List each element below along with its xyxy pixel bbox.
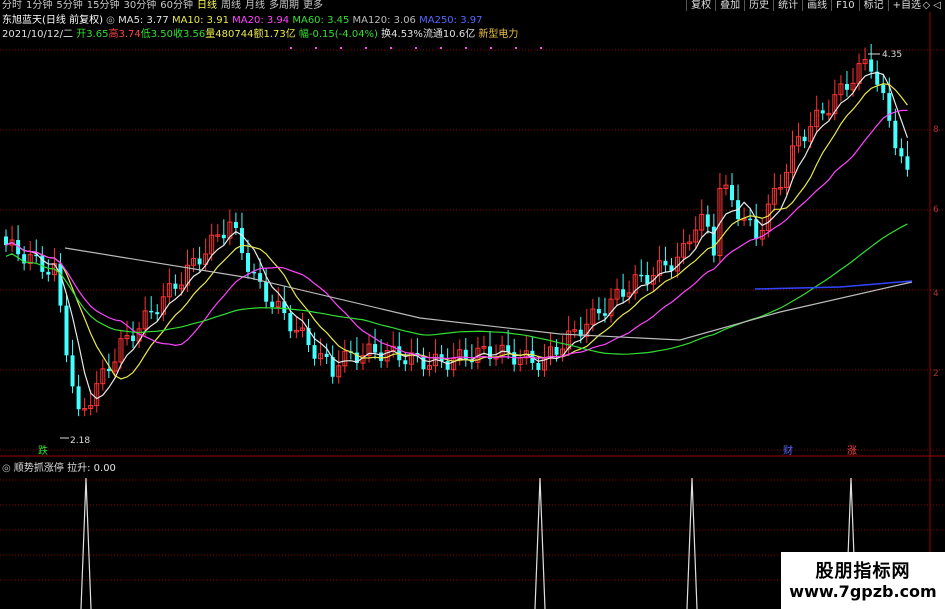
- candle-body: [506, 345, 511, 353]
- candle-body: [463, 349, 468, 360]
- axis-tick-label: 6: [933, 205, 939, 215]
- signal-dot: [390, 47, 392, 49]
- candle-body: [881, 84, 886, 94]
- candle-body: [802, 136, 807, 142]
- candle-body: [893, 120, 898, 149]
- candle-body: [46, 271, 51, 275]
- event-tag: 涨: [847, 445, 857, 457]
- candle-body: [748, 218, 753, 221]
- candle-body: [645, 274, 650, 285]
- candle-body: [536, 362, 541, 370]
- candle-body: [239, 227, 244, 254]
- ma5-line: [5, 71, 909, 400]
- signal-dot: [440, 47, 442, 49]
- axis-tick-label: 8: [933, 125, 939, 135]
- candle-body: [324, 353, 329, 358]
- low-price-label: 2.18: [70, 436, 90, 446]
- signal-spike: [686, 477, 698, 609]
- sub-indicator-name[interactable]: 顺势抓涨停: [14, 463, 64, 474]
- candle-body: [899, 148, 904, 157]
- signal-dot: [340, 47, 342, 49]
- candle-body: [602, 313, 607, 316]
- candle-body: [76, 386, 81, 410]
- event-tag: 财: [783, 444, 793, 457]
- watermark-url: www.7gpzb.com: [789, 582, 937, 601]
- candle-body: [270, 301, 275, 307]
- candle-body: [155, 312, 160, 315]
- candle-body: [639, 274, 644, 277]
- signal-dot: [540, 47, 542, 49]
- candle-body: [820, 110, 825, 114]
- candle-body: [403, 360, 408, 365]
- event-tag: 跌: [38, 444, 48, 457]
- candle-body: [730, 185, 734, 201]
- candle-body: [4, 236, 8, 246]
- candle-body: [554, 346, 559, 355]
- candle-body: [621, 289, 626, 297]
- high-price-label: 4.35: [882, 50, 902, 60]
- axis-tick-label: 2: [933, 369, 939, 379]
- sub-indicator-value: 拉升: 0.00: [67, 463, 116, 474]
- ma20-line: [5, 109, 908, 360]
- candle-body: [221, 234, 226, 239]
- kline-chart[interactable]: 8 6 4 2 4.35 2.18 跌 财 涨: [0, 0, 945, 609]
- signal-dot: [315, 47, 317, 49]
- candle-body: [149, 310, 154, 313]
- candle-body: [264, 281, 269, 302]
- signal-dot: [290, 47, 292, 49]
- candle-body: [197, 258, 202, 265]
- watermark-title: 股朋指标网: [815, 561, 911, 582]
- candle-body: [705, 214, 710, 227]
- candle-body: [379, 352, 384, 361]
- candle-body: [131, 335, 136, 342]
- candle-body: [312, 345, 317, 359]
- candle-body: [330, 357, 335, 377]
- candle-body: [288, 313, 293, 332]
- candle-body: [844, 83, 849, 90]
- sub-indicator-label: ◎ 顺势抓涨停 拉升: 0.00: [2, 459, 116, 474]
- candle-body: [887, 93, 892, 121]
- candle-body: [373, 344, 378, 353]
- signal-dot: [465, 47, 467, 49]
- candle-body: [905, 156, 910, 170]
- axis-tick-label: 4: [933, 289, 939, 299]
- signal-spike: [534, 477, 546, 609]
- candle-body: [173, 283, 178, 289]
- candle-body: [58, 263, 63, 306]
- watermark: 股朋指标网 www.7gpzb.com: [781, 552, 945, 609]
- signal-dot: [415, 47, 417, 49]
- candle-body: [596, 309, 601, 314]
- signal-dot: [365, 47, 367, 49]
- candle-body: [70, 355, 75, 387]
- signal-dot: [490, 47, 492, 49]
- signal-spike: [80, 477, 92, 609]
- signal-dot: [515, 47, 517, 49]
- candle-body: [246, 253, 250, 272]
- candle-body: [754, 219, 759, 240]
- candle-body: [663, 260, 668, 266]
- candle-body: [869, 59, 874, 72]
- indicator-toggle-icon[interactable]: ◎: [2, 463, 11, 474]
- candle-body: [445, 361, 450, 370]
- candle-body: [64, 305, 69, 356]
- candle-body: [233, 222, 238, 228]
